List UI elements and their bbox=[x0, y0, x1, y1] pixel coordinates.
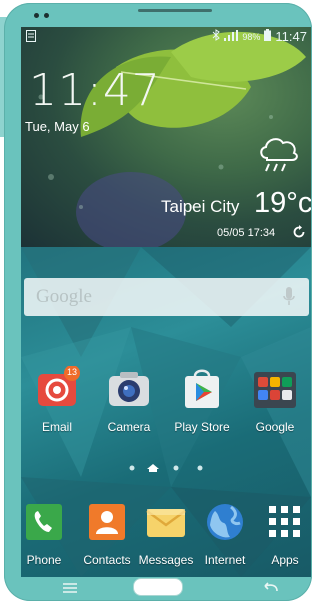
app-google-folder[interactable]: Google bbox=[239, 366, 311, 434]
google-search-bar[interactable]: Google bbox=[24, 278, 309, 316]
home-key[interactable] bbox=[133, 578, 183, 596]
app-label: Google bbox=[255, 420, 295, 434]
refresh-icon[interactable] bbox=[292, 225, 306, 244]
front-camera-dot bbox=[44, 13, 49, 18]
widget-clock: 11:47 bbox=[29, 65, 161, 116]
internet-icon bbox=[202, 499, 248, 545]
search-label: Google bbox=[36, 286, 92, 307]
app-label: Messages bbox=[138, 553, 194, 567]
signal-icon bbox=[224, 29, 239, 44]
battery-icon bbox=[264, 29, 272, 44]
google-folder-icon bbox=[252, 366, 298, 412]
email-icon: 13 bbox=[34, 365, 80, 412]
status-time: 11:47 bbox=[275, 29, 307, 44]
home-screen: 98% 11:47 11:47 Tue, May 6 Taipei City 1… bbox=[21, 27, 311, 577]
weather-city: Taipei City bbox=[161, 197, 240, 216]
play-store-icon bbox=[179, 366, 225, 412]
page-dot bbox=[129, 465, 135, 471]
weather-clock-widget[interactable]: 98% 11:47 11:47 Tue, May 6 Taipei City 1… bbox=[21, 27, 311, 247]
app-label: Internet bbox=[204, 553, 246, 567]
bluetooth-icon bbox=[212, 29, 221, 44]
cloud-rain-icon bbox=[257, 132, 301, 179]
app-label: Phone bbox=[26, 553, 62, 567]
page-dot bbox=[197, 465, 203, 471]
phone-top-bezel bbox=[4, 3, 312, 29]
app-label: Email bbox=[41, 420, 72, 434]
phone-frame: 98% 11:47 11:47 Tue, May 6 Taipei City 1… bbox=[4, 3, 312, 601]
weather-temperature: 19°c bbox=[254, 187, 311, 219]
app-email[interactable]: 13 Email bbox=[21, 365, 93, 434]
dock-messages[interactable]: Messages bbox=[134, 499, 198, 567]
back-key-icon[interactable] bbox=[261, 580, 279, 598]
notification-icon bbox=[26, 30, 36, 45]
widget-date: Tue, May 6 bbox=[25, 119, 90, 134]
app-label: Apps bbox=[271, 553, 299, 567]
sensor-dot bbox=[34, 13, 39, 18]
home-page-icon bbox=[147, 464, 159, 472]
camera-icon bbox=[106, 366, 152, 412]
earpiece-speaker bbox=[138, 9, 212, 12]
battery-percent: 98% bbox=[242, 31, 261, 42]
hardware-nav-bar bbox=[4, 575, 312, 601]
app-play-store[interactable]: Play Store bbox=[166, 366, 238, 434]
status-bar: 98% 11:47 bbox=[21, 27, 311, 47]
app-camera[interactable]: Camera bbox=[93, 366, 165, 434]
dock-phone[interactable]: Phone bbox=[21, 499, 76, 567]
dock-apps[interactable]: Apps bbox=[253, 499, 311, 567]
page-dot bbox=[173, 465, 179, 471]
microphone-icon[interactable] bbox=[283, 287, 295, 312]
dock-contacts[interactable]: Contacts bbox=[75, 499, 139, 567]
weather-updated-time: 05/05 17:34 bbox=[217, 227, 276, 239]
app-label: Contacts bbox=[83, 553, 131, 567]
email-badge: 13 bbox=[66, 367, 77, 377]
dock-internet[interactable]: Internet bbox=[193, 499, 257, 567]
phone-icon bbox=[21, 499, 67, 545]
recent-apps-key-icon[interactable] bbox=[62, 581, 78, 599]
app-label: Play Store bbox=[174, 420, 230, 434]
messages-icon bbox=[143, 499, 189, 545]
page-indicator bbox=[129, 464, 203, 472]
contacts-icon bbox=[84, 499, 130, 545]
app-label: Camera bbox=[107, 420, 151, 434]
apps-grid-icon bbox=[262, 499, 308, 545]
